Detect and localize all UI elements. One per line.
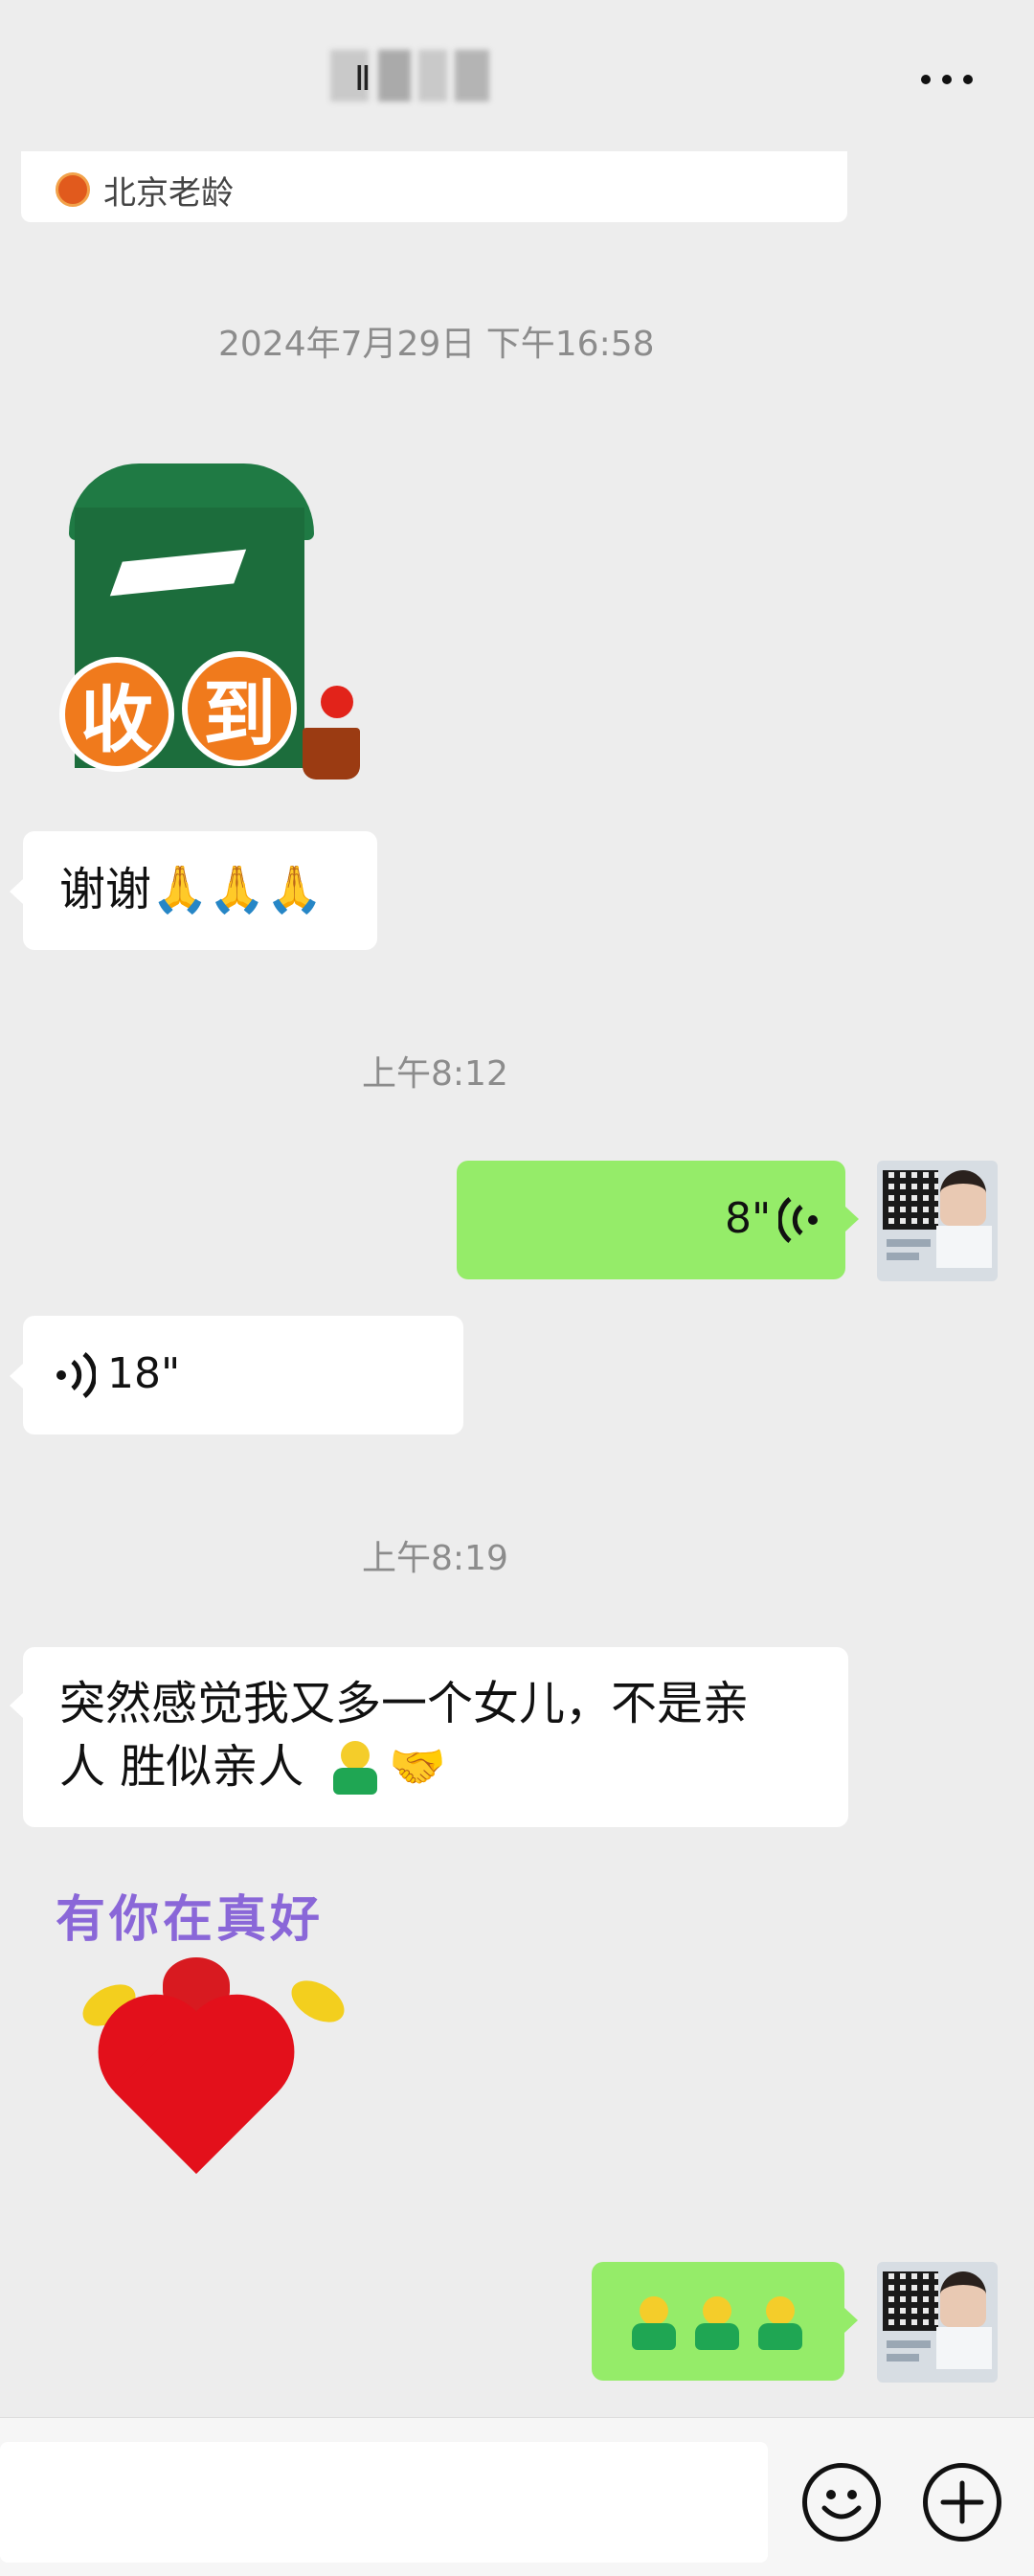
sticker-badge-2: 到 [182, 651, 297, 766]
my-avatar[interactable] [877, 2262, 998, 2383]
message-bubble[interactable]: 谢谢🙏🙏🙏 [23, 831, 377, 950]
chat-header [0, 0, 1034, 153]
emoji-message-bubble[interactable] [592, 2262, 844, 2381]
my-avatar[interactable] [877, 1161, 998, 1281]
bubble-tail [10, 1364, 23, 1389]
sticker-badge-1: 收 [59, 657, 174, 772]
timestamp: 2024年7月29日 下午16:58 [218, 325, 655, 364]
person-emoji [754, 2296, 804, 2354]
plus-icon[interactable] [923, 2463, 1001, 2542]
timestamp: 上午8:12 [362, 1054, 508, 1094]
message-input[interactable] [0, 2442, 768, 2563]
voice-duration: 8" [725, 1194, 772, 1243]
handshake-emoji: 🤝 [389, 1740, 446, 1794]
quote-name: 北京老龄 [103, 174, 234, 213]
message-text: 谢谢🙏🙏🙏 [59, 863, 324, 916]
timestamp: 上午8:19 [362, 1539, 508, 1578]
person-emoji [329, 1741, 379, 1798]
person-emoji [628, 2296, 678, 2354]
chat-title: Ⅱ [354, 59, 371, 99]
voice-duration: 18" [107, 1349, 181, 1398]
bubble-tail [10, 1693, 23, 1718]
flower-pot [303, 728, 360, 780]
voice-icon [56, 1352, 96, 1398]
voice-icon [778, 1197, 818, 1243]
message-text-line2: 人 胜似亲人 [59, 1740, 304, 1794]
bubble-tail [10, 879, 23, 904]
heart [96, 2001, 297, 2183]
flower [321, 686, 353, 718]
voice-message-bubble[interactable]: 18" [23, 1316, 463, 1435]
voice-message-bubble[interactable]: 8" [457, 1161, 845, 1279]
quote-avatar [56, 172, 90, 207]
sticker-caption: 有你在真好 [56, 1891, 325, 1949]
person-emoji [691, 2296, 741, 2354]
bubble-tail [844, 2308, 858, 2333]
emoji-icon[interactable] [802, 2463, 881, 2542]
message-text-line1: 突然感觉我又多一个女儿，不是亲 [59, 1677, 750, 1730]
more-icon[interactable] [917, 69, 978, 92]
message-bubble[interactable]: 突然感觉我又多一个女儿，不是亲 人 胜似亲人 🤝 [23, 1647, 848, 1827]
bubble-tail [845, 1207, 859, 1232]
